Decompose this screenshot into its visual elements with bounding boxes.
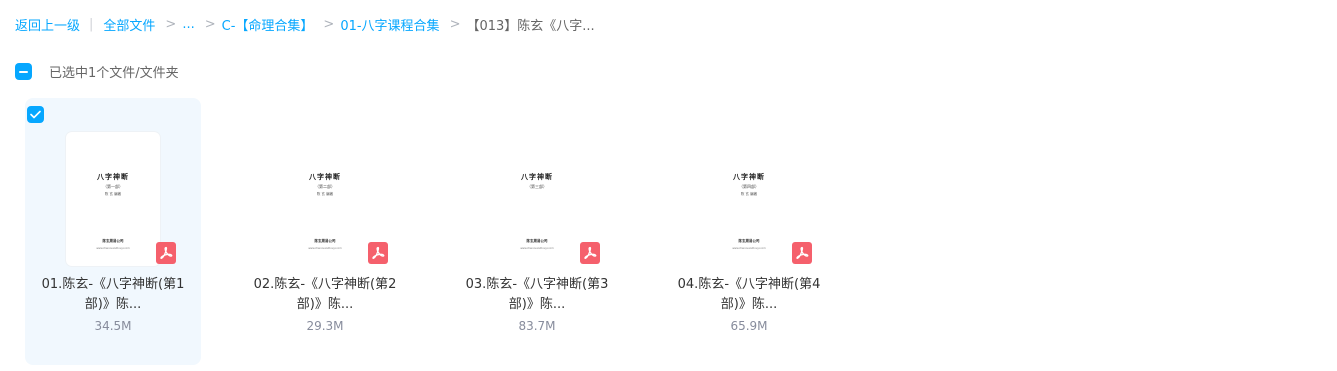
thumbnail-title: 八字神断 [521, 172, 553, 181]
thumbnail-url: www.chenxuanzhouyi.com [308, 247, 342, 250]
thumbnail-subtitle: （第二部） [315, 184, 335, 189]
breadcrumb-item-folder[interactable]: 01-八字课程合集 [340, 15, 439, 34]
thumbnail-publisher: 陈玄周易公司 [526, 239, 548, 243]
file-thumbnail: 八字神断 （第四部） 陈 玄 编著 陈玄周易公司 www.chenxuanzho… [702, 132, 796, 266]
breadcrumb-root[interactable]: 全部文件 [103, 15, 155, 34]
file-name[interactable]: 03.陈玄-《八字神断(第3 部)》陈... [449, 275, 625, 315]
thumbnail-subtitle: （第三部） [527, 184, 547, 189]
breadcrumb-separator: > [165, 16, 177, 32]
pdf-icon [156, 242, 176, 264]
thumbnail-title: 八字神断 [733, 172, 765, 181]
file-card[interactable]: 八字神断 （第一部） 陈 玄 编著 陈玄周易公司 www.chenxuanzho… [25, 98, 201, 365]
file-card[interactable]: 八字神断 （第三部） 陈玄周易公司 www.chenxuanzhouyi.com… [449, 98, 625, 365]
file-name-line: 部)》陈... [508, 297, 566, 312]
file-name-line: 部)》陈... [84, 297, 142, 312]
file-name[interactable]: 01.陈玄-《八字神断(第1 部)》陈... [25, 275, 201, 315]
file-name-line: 03.陈玄-《八字神断(第3 [465, 277, 609, 292]
file-size: 65.9M [730, 319, 768, 333]
thumbnail-subtitle: （第一部） [103, 184, 123, 189]
breadcrumb-divider: | [89, 16, 94, 32]
file-name[interactable]: 02.陈玄-《八字神断(第2 部)》陈... [237, 275, 413, 315]
file-thumbnail: 八字神断 （第三部） 陈玄周易公司 www.chenxuanzhouyi.com [490, 132, 584, 266]
breadcrumb-separator: > [204, 16, 216, 32]
file-size: 29.3M [306, 319, 344, 333]
file-name-line: 部)》陈... [720, 297, 778, 312]
thumbnail-url: www.chenxuanzhouyi.com [520, 247, 554, 250]
breadcrumb-item-folder[interactable]: C-【命理合集】 [222, 15, 314, 34]
back-link[interactable]: 返回上一级 [15, 15, 80, 34]
breadcrumb-current: 【013】陈玄《八字... [466, 18, 595, 34]
selection-bar: 已选中1个文件/文件夹 [15, 62, 179, 81]
file-grid: 八字神断 （第一部） 陈 玄 编著 陈玄周易公司 www.chenxuanzho… [25, 98, 873, 365]
pdf-icon [580, 242, 600, 264]
file-card[interactable]: 八字神断 （第二部） 陈 玄 编著 陈玄周易公司 www.chenxuanzho… [237, 98, 413, 365]
file-card[interactable]: 八字神断 （第四部） 陈 玄 编著 陈玄周易公司 www.chenxuanzho… [661, 98, 837, 365]
file-thumbnail: 八字神断 （第一部） 陈 玄 编著 陈玄周易公司 www.chenxuanzho… [66, 132, 160, 266]
breadcrumb-ellipsis[interactable]: ... [182, 17, 194, 32]
breadcrumb-separator: > [323, 16, 335, 32]
breadcrumb-separator: > [449, 16, 461, 32]
thumbnail-title: 八字神断 [97, 172, 129, 181]
pdf-icon [792, 242, 812, 264]
thumbnail-title: 八字神断 [309, 172, 341, 181]
check-icon [30, 110, 41, 119]
file-size: 83.7M [518, 319, 556, 333]
thumbnail-author: 陈 玄 编著 [104, 192, 122, 196]
thumbnail-publisher: 陈玄周易公司 [314, 239, 336, 243]
file-name-line: 部)》陈... [296, 297, 354, 312]
thumbnail-publisher: 陈玄周易公司 [738, 239, 760, 243]
file-name-line: 01.陈玄-《八字神断(第1 [41, 277, 185, 292]
card-checkbox[interactable] [27, 106, 44, 123]
thumbnail-author: 陈 玄 编著 [316, 192, 334, 196]
breadcrumb: 返回上一级 | 全部文件 > ... > C-【命理合集】 > 01-八字课程合… [15, 14, 595, 34]
file-name-line: 04.陈玄-《八字神断(第4 [677, 277, 821, 292]
select-all-checkbox[interactable] [15, 63, 32, 80]
selection-status: 已选中1个文件/文件夹 [49, 66, 179, 81]
thumbnail-subtitle: （第四部） [739, 184, 759, 189]
thumbnail-url: www.chenxuanzhouyi.com [732, 247, 766, 250]
file-name-line: 02.陈玄-《八字神断(第2 [253, 277, 397, 292]
thumbnail-author: 陈 玄 编著 [740, 192, 758, 196]
thumbnail-publisher: 陈玄周易公司 [102, 239, 124, 243]
file-name[interactable]: 04.陈玄-《八字神断(第4 部)》陈... [661, 275, 837, 315]
pdf-icon [368, 242, 388, 264]
thumbnail-url: www.chenxuanzhouyi.com [96, 247, 130, 250]
file-thumbnail: 八字神断 （第二部） 陈 玄 编著 陈玄周易公司 www.chenxuanzho… [278, 132, 372, 266]
file-size: 34.5M [94, 319, 132, 333]
